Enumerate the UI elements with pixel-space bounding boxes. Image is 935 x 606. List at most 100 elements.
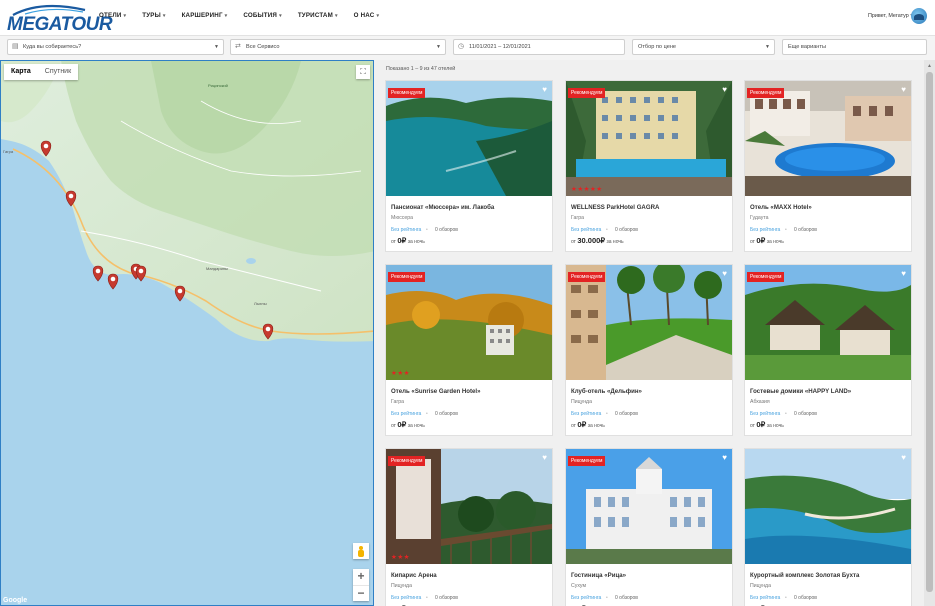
hotel-photo[interactable]: Рекомендуем ♥ bbox=[566, 449, 732, 564]
hotel-reviews[interactable]: 0 обзоров bbox=[435, 595, 458, 601]
recommended-badge: Рекомендуем bbox=[388, 272, 426, 282]
nav-tourists[interactable]: ТУРИСТАМ ▾ bbox=[298, 12, 338, 19]
hotel-reviews[interactable]: 0 обзоров bbox=[794, 227, 817, 233]
user-greeting[interactable]: Привет, Мегатур ▾ bbox=[868, 13, 913, 19]
nav-tours[interactable]: ТУРЫ ▾ bbox=[142, 12, 165, 19]
hotel-name[interactable]: Гостиница «Рица» bbox=[571, 572, 626, 579]
map-marker-icon[interactable] bbox=[174, 285, 186, 302]
zoom-out-button[interactable]: − bbox=[353, 585, 369, 601]
hotel-price: от 0₽ за ночь bbox=[750, 420, 784, 429]
destination-select[interactable]: ▤ Куда вы собираетесь? ▼ bbox=[7, 39, 224, 55]
hotel-card[interactable]: Рекомендуем ♥ Гостевые домики «HAPPY LAN… bbox=[744, 264, 912, 436]
scroll-up-icon[interactable]: ▲ bbox=[927, 63, 932, 69]
hotel-name[interactable]: Гостевые домики «HAPPY LAND» bbox=[750, 388, 851, 395]
map-marker-icon[interactable] bbox=[92, 265, 104, 282]
favorite-heart-icon[interactable]: ♥ bbox=[901, 453, 906, 462]
map-marker-icon[interactable] bbox=[65, 190, 77, 207]
zoom-in-button[interactable]: + bbox=[353, 569, 369, 585]
recommended-badge: Рекомендуем bbox=[568, 88, 606, 98]
tab-map[interactable]: Карта bbox=[4, 64, 38, 80]
more-options-select[interactable]: Еще варианты bbox=[782, 39, 927, 55]
hotel-name[interactable]: Клуб-отель «Дельфин» bbox=[571, 388, 642, 395]
hotel-card[interactable]: Рекомендуем ♥ Гостиница «Рица» Сухум Без… bbox=[565, 448, 733, 606]
hotel-rating: Без рейтинга bbox=[391, 227, 422, 233]
map-marker-icon[interactable] bbox=[40, 140, 52, 157]
zoom-controls: + − bbox=[353, 569, 369, 601]
hotel-reviews[interactable]: 0 обзоров bbox=[435, 227, 458, 233]
hotel-reviews[interactable]: 0 обзоров bbox=[615, 227, 638, 233]
hotel-name[interactable]: Отель «Sunrise Garden Hotel» bbox=[391, 388, 481, 395]
map-marker-icon[interactable] bbox=[107, 273, 119, 290]
favorite-heart-icon[interactable]: ♥ bbox=[542, 85, 547, 94]
hotel-photo[interactable]: Рекомендуем ♥ ★★★ bbox=[386, 449, 552, 564]
hotel-card[interactable]: Рекомендуем ♥ ★★★★★ WELLNESS ParkHotel G… bbox=[565, 80, 733, 252]
hotel-price: от 0₽ за ночь bbox=[391, 420, 425, 429]
hotel-name[interactable]: Кипарис Арена bbox=[391, 572, 437, 579]
favorite-heart-icon[interactable]: ♥ bbox=[722, 85, 727, 94]
separator-dot: • bbox=[426, 411, 428, 417]
hotel-card[interactable]: Рекомендуем ♥ ★★★ Кипарис Арена Пицунда … bbox=[385, 448, 553, 606]
tab-satellite[interactable]: Спутник bbox=[38, 64, 78, 80]
filter-bar: ▤ Куда вы собираетесь? ▼ ⇄ Все Сервисо ▼… bbox=[0, 36, 935, 60]
hotel-photo[interactable]: ♥ bbox=[745, 449, 911, 564]
hotel-card[interactable]: Рекомендуем ♥ Клуб-отель «Дельфин» Пицун… bbox=[565, 264, 733, 436]
hotel-reviews[interactable]: 0 обзоров bbox=[615, 411, 638, 417]
hotel-name[interactable]: Пансионат «Мюссера» им. Лакоба bbox=[391, 204, 494, 211]
hotel-photo[interactable]: Рекомендуем ♥ bbox=[386, 81, 552, 196]
hotel-photo[interactable]: Рекомендуем ★★★ bbox=[386, 265, 552, 380]
hotel-reviews[interactable]: 0 обзоров bbox=[615, 595, 638, 601]
hotel-reviews[interactable]: 0 обзоров bbox=[435, 411, 458, 417]
nav-events[interactable]: СОБЫТИЯ ▾ bbox=[243, 12, 281, 19]
chevron-down-icon: ▼ bbox=[436, 44, 441, 50]
map-marker-icon[interactable] bbox=[135, 265, 147, 282]
hotel-name[interactable]: WELLNESS ParkHotel GAGRA bbox=[571, 204, 659, 211]
hotel-card[interactable]: Рекомендуем ♥ Отель «MAXX Hotel» Гудаута… bbox=[744, 80, 912, 252]
logo-text: MEGATOUR bbox=[7, 14, 113, 35]
hotel-card[interactable]: ♥ Курортный комплекс Золотая Бухта Пицун… bbox=[744, 448, 912, 606]
chevron-down-icon: ▾ bbox=[123, 13, 127, 19]
chevron-down-icon: ▾ bbox=[376, 13, 380, 19]
avatar[interactable] bbox=[911, 8, 927, 24]
nav-about[interactable]: О НАС ▾ bbox=[354, 12, 380, 19]
hotel-photo[interactable]: Рекомендуем ♥ bbox=[566, 265, 732, 380]
favorite-heart-icon[interactable]: ♥ bbox=[722, 453, 727, 462]
separator-dot: • bbox=[606, 595, 608, 601]
hotel-name[interactable]: Курортный комплекс Золотая Бухта bbox=[750, 572, 859, 579]
megatour-logo[interactable]: MEGATOUR bbox=[7, 4, 113, 35]
separator-dot: • bbox=[606, 227, 608, 233]
hotel-card[interactable]: Рекомендуем ♥ Пансионат «Мюссера» им. Ла… bbox=[385, 80, 553, 252]
hotel-location: Гудаута bbox=[750, 215, 769, 221]
google-attribution: Google bbox=[3, 597, 28, 604]
favorite-heart-icon[interactable]: ♥ bbox=[901, 269, 906, 278]
hotel-photo[interactable]: Рекомендуем ♥ ★★★★★ bbox=[566, 81, 732, 196]
nav-carsharing[interactable]: КАРШЕРИНГ ▾ bbox=[182, 12, 228, 19]
page-scrollbar[interactable]: ▲ bbox=[924, 60, 935, 606]
service-select[interactable]: ⇄ Все Сервисо ▼ bbox=[230, 39, 446, 55]
hotel-card[interactable]: Рекомендуем ★★★ Отель «Sunrise Garden Ho… bbox=[385, 264, 553, 436]
hotel-location: Пицунда bbox=[750, 583, 771, 589]
hotel-reviews[interactable]: 0 обзоров bbox=[794, 595, 817, 601]
separator-dot: • bbox=[426, 595, 428, 601]
hotel-results: Показано 1 – 9 из 47 отелей Рекомендуем … bbox=[376, 60, 924, 606]
favorite-heart-icon[interactable]: ♥ bbox=[901, 85, 906, 94]
hotels-map[interactable]: Гагра Рицинский Мандарины Лыхны Карта Сп… bbox=[0, 60, 374, 606]
scrollbar-thumb[interactable] bbox=[926, 72, 933, 592]
main-nav: ОТЕЛИ ▾ ТУРЫ ▾ КАРШЕРИНГ ▾ СОБЫТИЯ ▾ ТУРИСТА… bbox=[99, 12, 395, 19]
hotel-photo[interactable]: Рекомендуем ♥ bbox=[745, 81, 911, 196]
map-marker-icon[interactable] bbox=[262, 323, 274, 340]
hotel-reviews[interactable]: 0 обзоров bbox=[794, 411, 817, 417]
star-rating: ★★★ bbox=[391, 370, 410, 377]
nav-hotels[interactable]: ОТЕЛИ ▾ bbox=[99, 12, 126, 19]
separator-dot: • bbox=[426, 227, 428, 233]
date-range-input[interactable]: ◷ 11/01/2021 – 12/01/2021 bbox=[453, 39, 625, 55]
hotel-rating: Без рейтинга bbox=[571, 411, 602, 417]
map-type-tabs: Карта Спутник bbox=[4, 64, 79, 80]
site-header: MEGATOUR ОТЕЛИ ▾ ТУРЫ ▾ КАРШЕРИНГ ▾ СОБЫТИЯ… bbox=[0, 0, 935, 36]
price-filter-select[interactable]: Отбор по цене ▼ bbox=[632, 39, 775, 55]
street-view-pegman-icon[interactable] bbox=[353, 543, 369, 559]
hotel-photo[interactable]: Рекомендуем ♥ bbox=[745, 265, 911, 380]
fullscreen-icon[interactable]: ⛶ bbox=[356, 65, 370, 79]
favorite-heart-icon[interactable]: ♥ bbox=[722, 269, 727, 278]
favorite-heart-icon[interactable]: ♥ bbox=[542, 453, 547, 462]
hotel-name[interactable]: Отель «MAXX Hotel» bbox=[750, 204, 812, 211]
